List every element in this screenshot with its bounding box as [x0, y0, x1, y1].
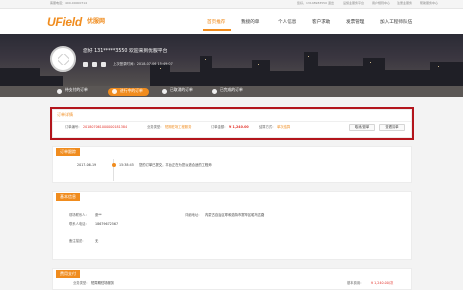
base-fee-label: 基本费用： [347, 281, 364, 285]
nav-my-orders[interactable]: 我接的单 [241, 20, 259, 26]
site-logo-cn: 优服网 [87, 18, 106, 25]
nav-profile[interactable]: 个人信息 [278, 20, 296, 26]
id-card-icon[interactable] [83, 62, 88, 67]
base-fee-value: ¥ 1,240.00/次 [371, 281, 394, 285]
email-icon[interactable] [101, 62, 106, 67]
tab-pending-payment[interactable]: 待支付的订单 [56, 87, 88, 95]
tab-in-progress[interactable]: 进行中的订单 [108, 87, 149, 96]
fee-service-label: 业务类型： [73, 281, 90, 285]
highlight-frame [50, 107, 414, 140]
nav-customer-help[interactable]: 客户求助 [312, 20, 330, 26]
service-hotline: 客服电话：400-00000714 [50, 1, 88, 5]
tab-completed[interactable]: 已完成的订单 [211, 87, 243, 95]
city-light [258, 64, 259, 65]
nav-invoice[interactable]: 发票管理 [346, 20, 364, 26]
address-value: 内蒙古自治区呼和浩特市赛罕区昭乌达路 [205, 213, 265, 217]
city-light [160, 68, 161, 69]
user-greeting: 您好 131*****3550 欢迎来到优服平台 [83, 49, 168, 54]
top-bar: 客服电话：400-00000714 您好，13148983550 退出 设施业服… [0, 0, 463, 9]
clock-icon [112, 89, 117, 94]
user-avatar-icon [58, 54, 69, 65]
phone-value: 18679672567 [95, 222, 119, 226]
order-tracking-title: 订单跟踪 [56, 148, 80, 156]
basic-info-title: 基本信息 [56, 193, 80, 201]
contact-value: 张** [95, 213, 102, 217]
tracking-date: 2017-06-19 [77, 163, 97, 167]
wallet-icon [57, 88, 62, 94]
tab-cancelled[interactable]: 已取消的订单 [161, 87, 193, 95]
cancel-icon [162, 88, 167, 94]
nav-join-engineer[interactable]: 加入工程师队伍 [380, 20, 412, 26]
top-link-register[interactable]: 注册业服务 [397, 1, 412, 6]
user-avatar[interactable] [50, 46, 76, 72]
basic-info-panel: 基本信息 现场联系人： 张** 联系人电话： 18679672567 详细地址：… [52, 191, 412, 260]
timeline-dot [111, 163, 116, 167]
remark-label: 备注描述： [69, 239, 86, 243]
order-tracking-panel: 订单跟踪 2017-06-19 15:38:45 您的订单已提交，平台正在为您派… [52, 146, 412, 183]
skyline-building [363, 58, 385, 86]
remark-value: 无 [95, 239, 99, 243]
user-logout-link[interactable]: 您好，13148983550 退出 [297, 1, 334, 6]
skyline-building [430, 62, 463, 86]
tracking-time: 15:38:45 [119, 163, 134, 167]
skyline-building [200, 56, 212, 86]
fee-info-title: 费用支付 [56, 270, 80, 278]
skyline-building [385, 70, 430, 86]
tab-label: 已取消的订单 [170, 87, 193, 92]
top-link-platform[interactable]: 设施业服务平台 [343, 1, 364, 6]
skyline-building [0, 68, 40, 86]
last-login-time: 上次登录时间：2018-07-06 15:49:07 [113, 62, 173, 66]
skyline-building [212, 68, 252, 86]
tab-label: 待支付的订单 [65, 87, 88, 92]
tracking-message: 您的订单已提交，平台正在为您派遣合适的工程师 [139, 163, 212, 167]
city-light [438, 66, 439, 67]
fee-info-panel: 费用支付 业务类型： 短周期驻场服务 基本费用： ¥ 1,240.00/次 [52, 268, 412, 290]
main-header: UField 优服网 首页推荐 我接的单 个人信息 客户求助 发票管理 加入工程… [0, 9, 463, 34]
city-light [370, 62, 371, 63]
phone-label: 联系人电话： [69, 222, 89, 226]
skyline-building [270, 71, 304, 86]
order-status-tabs: 待支付的订单 进行中的订单 已取消的订单 已完成的订单 [0, 86, 463, 97]
skyline-building [38, 76, 63, 86]
skyline-building [318, 66, 363, 86]
top-link-rules[interactable]: 用户规则中心 [372, 1, 390, 6]
skyline-building [252, 60, 270, 86]
skyline-building [170, 72, 200, 86]
nav-home[interactable]: 首页推荐 [207, 20, 225, 26]
top-link-help[interactable]: 帮助服务中心 [420, 1, 438, 6]
contact-label: 现场联系人： [69, 213, 89, 217]
skyline-building [304, 52, 318, 86]
check-icon [212, 88, 217, 94]
tab-label: 已完成的订单 [220, 87, 243, 92]
fee-service-value: 短周期驻场服务 [91, 281, 115, 285]
nav-active-indicator [203, 29, 231, 31]
site-logo[interactable]: UField [47, 15, 82, 29]
tab-label: 进行中的订单 [120, 87, 143, 93]
city-light [205, 59, 206, 60]
city-light [308, 56, 309, 57]
user-banner: 您好 131*****3550 欢迎来到优服平台 上次登录时间：2018-07-… [0, 34, 463, 86]
phone-icon[interactable] [92, 62, 97, 67]
address-label: 详细地址： [185, 213, 202, 217]
